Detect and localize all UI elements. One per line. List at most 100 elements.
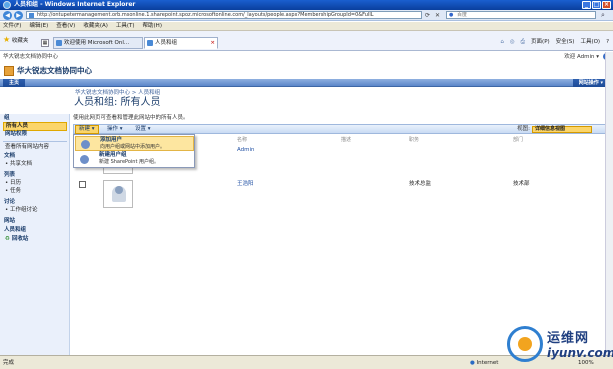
nav-sites[interactable]: 网站 — [4, 218, 15, 225]
favorites-bar: ★ 收藏夹 ▦ 欢迎使用 Microsoft Onl... 人员和组 × ⌂ ◎… — [0, 31, 613, 51]
globe-icon: ● — [470, 360, 475, 366]
site-name[interactable]: 华大锐志文档协同中心 — [17, 65, 92, 77]
close-window-button[interactable]: × — [602, 1, 611, 9]
zone-label: Internet — [476, 360, 499, 366]
watermark-chinese-text: 运维网 — [547, 331, 590, 346]
site-actions-button[interactable]: 网站操作 ▾ — [572, 79, 609, 87]
ie-command-bar: ⌂ ◎ ⎙ 页面(P) 安全(S) 工具(O) ? — [500, 37, 609, 48]
left-header-spacer — [0, 88, 70, 114]
menu-tools[interactable]: 工具(T) — [116, 22, 135, 30]
stop-icon[interactable]: ✕ — [435, 11, 440, 20]
top-navigation: 主页 网站操作 ▾ — [0, 79, 613, 87]
nav-tasks[interactable]: • 任务 — [3, 188, 67, 195]
nav-divider — [3, 141, 67, 142]
url-input[interactable]: http://ontupetermanagement.orb.msonline.… — [26, 11, 422, 19]
vertical-scrollbar[interactable] — [605, 52, 613, 355]
welcome-menu[interactable]: 欢迎 Admin ▾ — [564, 52, 599, 62]
search-input[interactable]: ● 百度 — [446, 11, 596, 19]
feeds-icon[interactable]: ◎ — [510, 37, 515, 48]
user-department: 技术部 — [513, 181, 530, 187]
sharepoint-page: 华大锐志文档协同中心 欢迎 Admin ▾ ? 华大锐志文档协同中心 主页 网站… — [0, 52, 613, 355]
safety-menu[interactable]: 安全(S) — [556, 37, 575, 48]
menu-bar: 文件(F) 编辑(E) 查看(V) 收藏夹(A) 工具(T) 帮助(H) — [0, 22, 613, 31]
settings-menu-button[interactable]: 设置 ▾ — [132, 125, 154, 134]
row-checkbox[interactable] — [79, 181, 86, 188]
tab-label: 人员和组 — [155, 40, 178, 46]
back-button[interactable]: ◀ — [3, 11, 12, 20]
nav-lists[interactable]: 列表 — [4, 172, 15, 179]
nav-discussions[interactable]: 讨论 — [4, 199, 15, 206]
star-icon: ★ — [3, 35, 11, 44]
window-title: 人员和组 - Windows Internet Explorer — [14, 1, 136, 8]
menu-view[interactable]: 查看(V) — [56, 22, 75, 30]
new-menu-button[interactable]: 新建 ▾ — [75, 125, 99, 134]
actions-menu-button[interactable]: 操作 ▾ — [104, 125, 126, 134]
nav-group-header[interactable]: 组 — [4, 115, 10, 122]
page-description: 使用此网页可查看和管理此网站中的所有人员。 — [73, 115, 189, 121]
favorites-button[interactable]: ★ 收藏夹 — [3, 35, 28, 46]
search-icon[interactable]: ⌕ — [598, 11, 608, 20]
tab-page-icon — [56, 40, 62, 46]
window-title-bar: 人员和组 - Windows Internet Explorer _ □ × — [0, 0, 613, 10]
site-logo-icon — [4, 66, 14, 76]
user-title: 技术总监 — [409, 181, 432, 187]
nav-all-people[interactable]: 所有人员 — [3, 122, 67, 131]
status-text: 完成 — [3, 360, 15, 366]
list-toolbar: 新建 ▾ 操作 ▾ 设置 ▾ 视图: 详细信息视图 — [73, 124, 609, 134]
quick-tabs-icon[interactable]: ▦ — [41, 39, 49, 47]
tab-close-icon[interactable]: × — [210, 38, 215, 48]
home-icon[interactable]: ⌂ — [500, 37, 504, 48]
page-menu[interactable]: 页面(P) — [531, 37, 550, 48]
recycle-bin-icon: ♻ — [5, 236, 10, 242]
site-link-top[interactable]: 华大锐志文档协同中心 — [3, 54, 58, 60]
user-photo-placeholder — [103, 180, 133, 208]
column-department[interactable]: 部门 — [513, 136, 523, 144]
nav-site-permissions[interactable]: 网站权限 — [3, 131, 67, 138]
watermark-domain-text: iyunv.com — [547, 346, 613, 360]
nav-people-groups[interactable]: 人员和组 — [4, 227, 26, 234]
nav-calendar[interactable]: • 日历 — [3, 180, 67, 187]
home-tab[interactable]: 主页 — [3, 79, 26, 87]
view-selector[interactable]: 详细信息视图 — [532, 126, 592, 133]
nav-recycle-bin[interactable]: ♻ 回收站 — [3, 236, 67, 243]
nav-view-all-content[interactable]: 查看所有网站内容 — [3, 144, 67, 151]
column-name[interactable]: 名称 — [237, 136, 247, 144]
search-engine-icon: ● — [449, 12, 454, 18]
maximize-button[interactable]: □ — [592, 1, 601, 9]
tools-menu[interactable]: 工具(O) — [580, 37, 600, 48]
refresh-icon[interactable]: ⟳ — [425, 11, 430, 20]
nav-shared-documents[interactable]: • 共享文档 — [3, 161, 67, 168]
nav-documents[interactable]: 文档 — [4, 153, 15, 160]
security-zone: ● Internet — [470, 358, 498, 368]
column-title[interactable]: 职务 — [409, 136, 419, 144]
menu-help[interactable]: 帮助(H) — [143, 22, 162, 30]
tab-people-groups[interactable]: 人员和组 × — [144, 37, 218, 49]
new-group-icon — [80, 155, 89, 164]
add-user-menu-item[interactable]: 添加用户 向用户组或网站中添加用户。 — [75, 136, 194, 151]
menu-file[interactable]: 文件(F) — [3, 22, 21, 30]
minimize-button[interactable]: _ — [582, 1, 591, 9]
column-description[interactable]: 描述 — [341, 136, 351, 144]
nav-team-discussion[interactable]: • 工作组讨论 — [3, 207, 67, 214]
site-header: 华大锐志文档协同中心 — [0, 62, 613, 79]
title-area: 华大锐志文档协同中心 > 人员和组 人员和组: 所有人员 — [70, 88, 613, 114]
new-group-menu-item[interactable]: 新建用户组 新建 SharePoint 用户组。 — [75, 152, 194, 167]
tab-label: 欢迎使用 Microsoft Onl... — [64, 40, 130, 46]
watermark-logo-icon — [507, 326, 543, 362]
menu-edit[interactable]: 编辑(E) — [29, 22, 48, 30]
address-bar: ◀ ▶ http://ontupetermanagement.orb.msonl… — [0, 10, 613, 21]
menu-item-title: 添加用户 — [100, 137, 123, 143]
user-name-link[interactable]: Admin — [237, 146, 255, 154]
menu-item-subtitle: 新建 SharePoint 用户组。 — [99, 159, 160, 165]
tab-welcome[interactable]: 欢迎使用 Microsoft Onl... — [53, 37, 143, 49]
url-text: http://ontupetermanagement.orb.msonline.… — [37, 12, 374, 18]
print-icon[interactable]: ⎙ — [521, 37, 525, 48]
help-menu-icon[interactable]: ? — [606, 37, 609, 48]
menu-favorites[interactable]: 收藏夹(A) — [83, 22, 108, 30]
person-head-icon — [115, 186, 123, 194]
forward-button[interactable]: ▶ — [14, 11, 23, 20]
site-watermark: 运维网 iyunv.com — [505, 322, 613, 366]
tab-page-icon — [147, 40, 153, 46]
user-name-link[interactable]: 王浩阳 — [237, 180, 254, 188]
add-user-icon — [81, 140, 90, 149]
